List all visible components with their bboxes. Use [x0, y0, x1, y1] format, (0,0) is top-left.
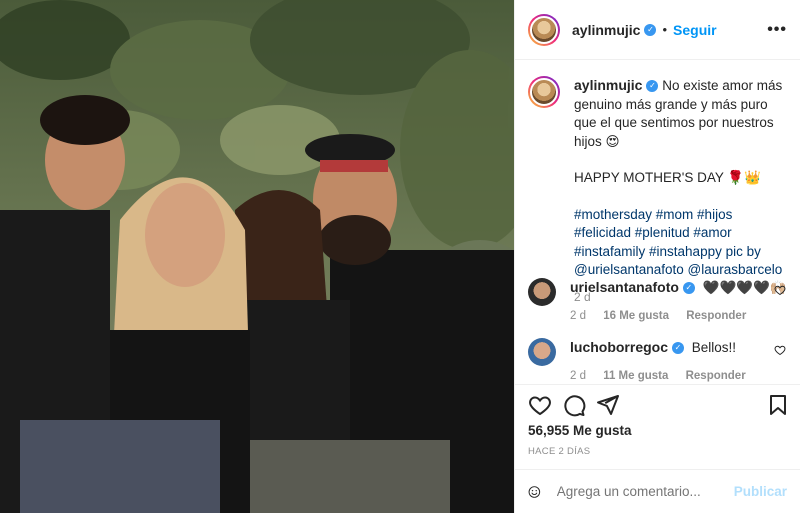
- comment-likes[interactable]: 16 Me gusta: [603, 310, 669, 322]
- comment-item: urielsantanafoto ✓ 🖤🖤🖤🖤🙌🏼 2 d 16 Me gusta…: [528, 278, 790, 325]
- heart-icon[interactable]: [528, 393, 552, 417]
- author-username[interactable]: aylinmujic: [572, 22, 640, 38]
- commenter-username[interactable]: luchoborregoc: [570, 339, 668, 355]
- post-side-panel: aylinmujic ✓ • Seguir ••• aylinmujic ✓ No…: [514, 0, 800, 513]
- verified-icon: ✓: [644, 23, 657, 36]
- comment-time: 2 d: [570, 370, 586, 382]
- post-actions: [528, 393, 790, 419]
- verified-icon: ✓: [646, 80, 659, 93]
- comment-icon[interactable]: [562, 393, 586, 417]
- like-comment-heart-icon[interactable]: [774, 284, 786, 296]
- author-avatar[interactable]: [528, 13, 560, 46]
- commenter-avatar[interactable]: [528, 338, 556, 366]
- reply-button[interactable]: Responder: [686, 310, 746, 322]
- post-photo[interactable]: [0, 0, 514, 513]
- posted-ago: HACE 2 DÍAS: [528, 446, 591, 457]
- emoji-icon[interactable]: [528, 480, 541, 504]
- comment-composer: Publicar: [515, 469, 800, 513]
- caption-author-avatar[interactable]: [528, 76, 560, 108]
- more-options-icon[interactable]: •••: [767, 21, 787, 39]
- like-comment-heart-icon[interactable]: [774, 344, 786, 356]
- comment-input[interactable]: [556, 484, 734, 499]
- caption-author-username[interactable]: aylinmujic: [574, 77, 642, 93]
- divider: [515, 384, 800, 385]
- comment-likes[interactable]: 11 Me gusta: [603, 370, 668, 382]
- caption-hashtags[interactable]: #mothersday #mom #hijos #felicidad #plen…: [574, 206, 790, 280]
- separator-dot: •: [662, 22, 668, 37]
- comment-item: luchoborregoc ✓ Bellos!! 2 d 11 Me gusta …: [528, 338, 790, 385]
- bookmark-icon[interactable]: [766, 393, 790, 417]
- post-caption: aylinmujic ✓ No existe amor más genuino m…: [528, 76, 790, 306]
- commenter-username[interactable]: urielsantanafoto: [570, 279, 679, 295]
- instagram-post-view: aylinmujic ✓ • Seguir ••• aylinmujic ✓ No…: [0, 0, 800, 513]
- share-icon[interactable]: [596, 393, 620, 417]
- likes-count[interactable]: 56,955 Me gusta: [528, 423, 632, 438]
- family-photo-illustration: [0, 0, 514, 513]
- commenter-avatar[interactable]: [528, 278, 556, 306]
- publish-button[interactable]: Publicar: [734, 484, 787, 499]
- comment-text: Bellos!!: [691, 340, 737, 355]
- follow-button[interactable]: Seguir: [673, 22, 717, 38]
- comment-time: 2 d: [570, 310, 586, 322]
- caption-line2: HAPPY MOTHER'S DAY 🌹👑: [574, 170, 761, 185]
- post-header: aylinmujic ✓ • Seguir •••: [515, 0, 800, 60]
- verified-icon: ✓: [682, 282, 695, 295]
- verified-icon: ✓: [672, 342, 685, 355]
- reply-button[interactable]: Responder: [686, 370, 746, 382]
